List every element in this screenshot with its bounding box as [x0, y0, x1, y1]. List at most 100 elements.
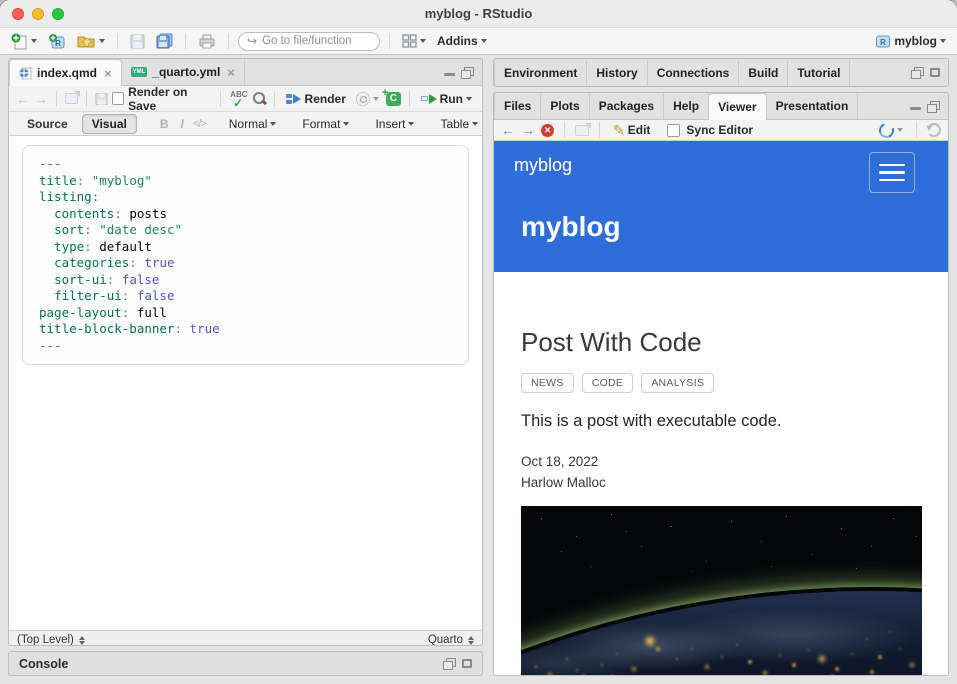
viewer-content[interactable]: myblog myblog Post With Code NEWS CODE ANA… — [494, 141, 948, 675]
goto-file-search[interactable]: ↪ — [238, 32, 380, 51]
category-badge-code[interactable]: CODE — [582, 373, 634, 393]
code-button[interactable]: </> — [193, 118, 206, 130]
console-title: Console — [19, 657, 68, 671]
render-settings-button[interactable] — [353, 90, 382, 108]
toolbar-separator — [916, 122, 917, 138]
render-on-save-checkbox[interactable] — [112, 92, 124, 105]
editor-tab-_quarto.yml[interactable]: YML_quarto.yml× — [122, 59, 245, 85]
italic-button[interactable]: I — [178, 117, 187, 131]
tab-help[interactable]: Help — [664, 93, 709, 119]
tab-files[interactable]: Files — [494, 93, 541, 119]
close-window-button[interactable] — [12, 8, 24, 20]
table-dropdown[interactable]: Table — [437, 115, 481, 133]
tab-packages[interactable]: Packages — [590, 93, 664, 119]
save-icon — [130, 34, 145, 49]
find-icon[interactable] — [252, 91, 266, 106]
close-tab-icon[interactable]: × — [104, 67, 112, 80]
addins-button[interactable]: Addins — [434, 32, 490, 50]
maximize-pane-icon[interactable] — [927, 101, 940, 112]
toolbar-separator — [86, 91, 87, 107]
insert-chunk-icon[interactable]: C — [386, 92, 401, 106]
print-button[interactable] — [195, 32, 219, 51]
format-dropdown[interactable]: Format — [299, 115, 352, 133]
open-in-browser-icon[interactable] — [575, 125, 589, 136]
source-mode-button[interactable]: Source — [19, 115, 76, 133]
code-token — [39, 222, 54, 237]
restore-console-icon[interactable] — [443, 658, 456, 669]
category-badge-news[interactable]: NEWS — [521, 373, 574, 393]
maximize-pane-icon[interactable] — [461, 67, 474, 78]
category-badge-analysis[interactable]: ANALYSIS — [641, 373, 714, 393]
render-label: Render — [305, 92, 346, 106]
close-tab-icon[interactable]: × — [227, 66, 235, 79]
viewer-back-icon[interactable]: ← — [501, 123, 515, 137]
save-all-button[interactable] — [153, 31, 176, 51]
blog-banner: myblog myblog — [494, 141, 948, 272]
restore-pane-icon[interactable] — [911, 67, 924, 78]
spellcheck-icon[interactable]: ABC✓ — [229, 91, 248, 107]
window-title: myblog - RStudio — [425, 6, 533, 21]
project-menu-button[interactable]: R myblog — [872, 32, 949, 51]
code-token: --- — [39, 338, 62, 353]
filetype-selector[interactable]: Quarto — [428, 634, 463, 646]
tab-tutorial[interactable]: Tutorial — [788, 60, 850, 86]
popout-editor-icon[interactable] — [65, 93, 78, 104]
bold-button[interactable]: B — [157, 117, 172, 131]
edit-button[interactable]: ✎ Edit — [610, 121, 653, 139]
tab-plots[interactable]: Plots — [541, 93, 589, 119]
new-file-button[interactable] — [8, 31, 40, 52]
earth-at-night — [521, 591, 922, 675]
tab-environment[interactable]: Environment — [494, 60, 587, 86]
save-doc-icon[interactable] — [95, 92, 108, 106]
render-button[interactable]: Render — [283, 90, 349, 108]
editor-tab-index.qmd[interactable]: index.qmd× — [9, 59, 122, 86]
post-date: Oct 18, 2022 — [521, 451, 920, 472]
run-icon — [421, 94, 437, 104]
minimize-pane-icon[interactable] — [910, 102, 921, 111]
sync-editor-checkbox[interactable] — [667, 124, 680, 137]
publish-button[interactable] — [876, 121, 906, 140]
dropdown-caret — [408, 122, 414, 126]
blog-navbar-brand[interactable]: myblog — [514, 155, 572, 176]
post-title: Post With Code — [521, 327, 920, 358]
maximize-pane-icon[interactable] — [930, 68, 940, 77]
visual-mode-button[interactable]: Visual — [82, 114, 137, 134]
minimize-pane-icon[interactable] — [444, 68, 455, 77]
hamburger-menu-icon[interactable] — [869, 152, 915, 193]
code-token: true — [190, 321, 220, 336]
new-project-button[interactable]: R — [45, 31, 69, 52]
forward-icon[interactable]: → — [34, 92, 48, 106]
scope-selector[interactable]: (Top Level) — [17, 634, 74, 646]
code-line: title-block-banner: true — [39, 321, 452, 338]
maximize-console-icon[interactable] — [462, 659, 472, 668]
open-file-button[interactable] — [74, 32, 108, 51]
editor-content[interactable]: ---title: "myblog"listing: contents: pos… — [9, 136, 482, 630]
post-hero-image — [521, 506, 922, 675]
viewer-forward-icon[interactable]: → — [521, 123, 535, 137]
paragraph-style-dropdown[interactable]: Normal — [226, 115, 280, 133]
scope-updown-icon — [79, 636, 85, 645]
console-pane-header[interactable]: Console — [8, 651, 483, 676]
zoom-window-button[interactable] — [52, 8, 64, 20]
tab-viewer[interactable]: Viewer — [709, 93, 766, 120]
pane-layout-button[interactable] — [399, 32, 429, 50]
code-token: : — [122, 305, 137, 320]
tab-presentation[interactable]: Presentation — [767, 93, 859, 119]
environment-pane: EnvironmentHistoryConnectionsBuildTutori… — [493, 58, 949, 87]
quarto-file-icon — [19, 67, 32, 80]
tab-build[interactable]: Build — [739, 60, 788, 86]
insert-dropdown[interactable]: Insert — [372, 115, 417, 133]
code-token: contents — [54, 206, 114, 221]
stop-icon[interactable]: ✕ — [541, 124, 554, 137]
refresh-icon[interactable] — [927, 123, 941, 137]
post-area: Post With Code NEWSCODEANALYSIS This is … — [494, 272, 948, 675]
tab-connections[interactable]: Connections — [648, 60, 740, 86]
tab-history[interactable]: History — [587, 60, 647, 86]
minimize-window-button[interactable] — [32, 8, 44, 20]
yaml-front-matter-block[interactable]: ---title: "myblog"listing: contents: pos… — [22, 145, 469, 365]
run-button[interactable]: Run — [418, 90, 475, 108]
back-icon[interactable]: ← — [16, 92, 30, 106]
goto-file-input[interactable] — [262, 35, 371, 47]
open-file-caret — [99, 39, 105, 43]
save-button[interactable] — [127, 32, 148, 51]
